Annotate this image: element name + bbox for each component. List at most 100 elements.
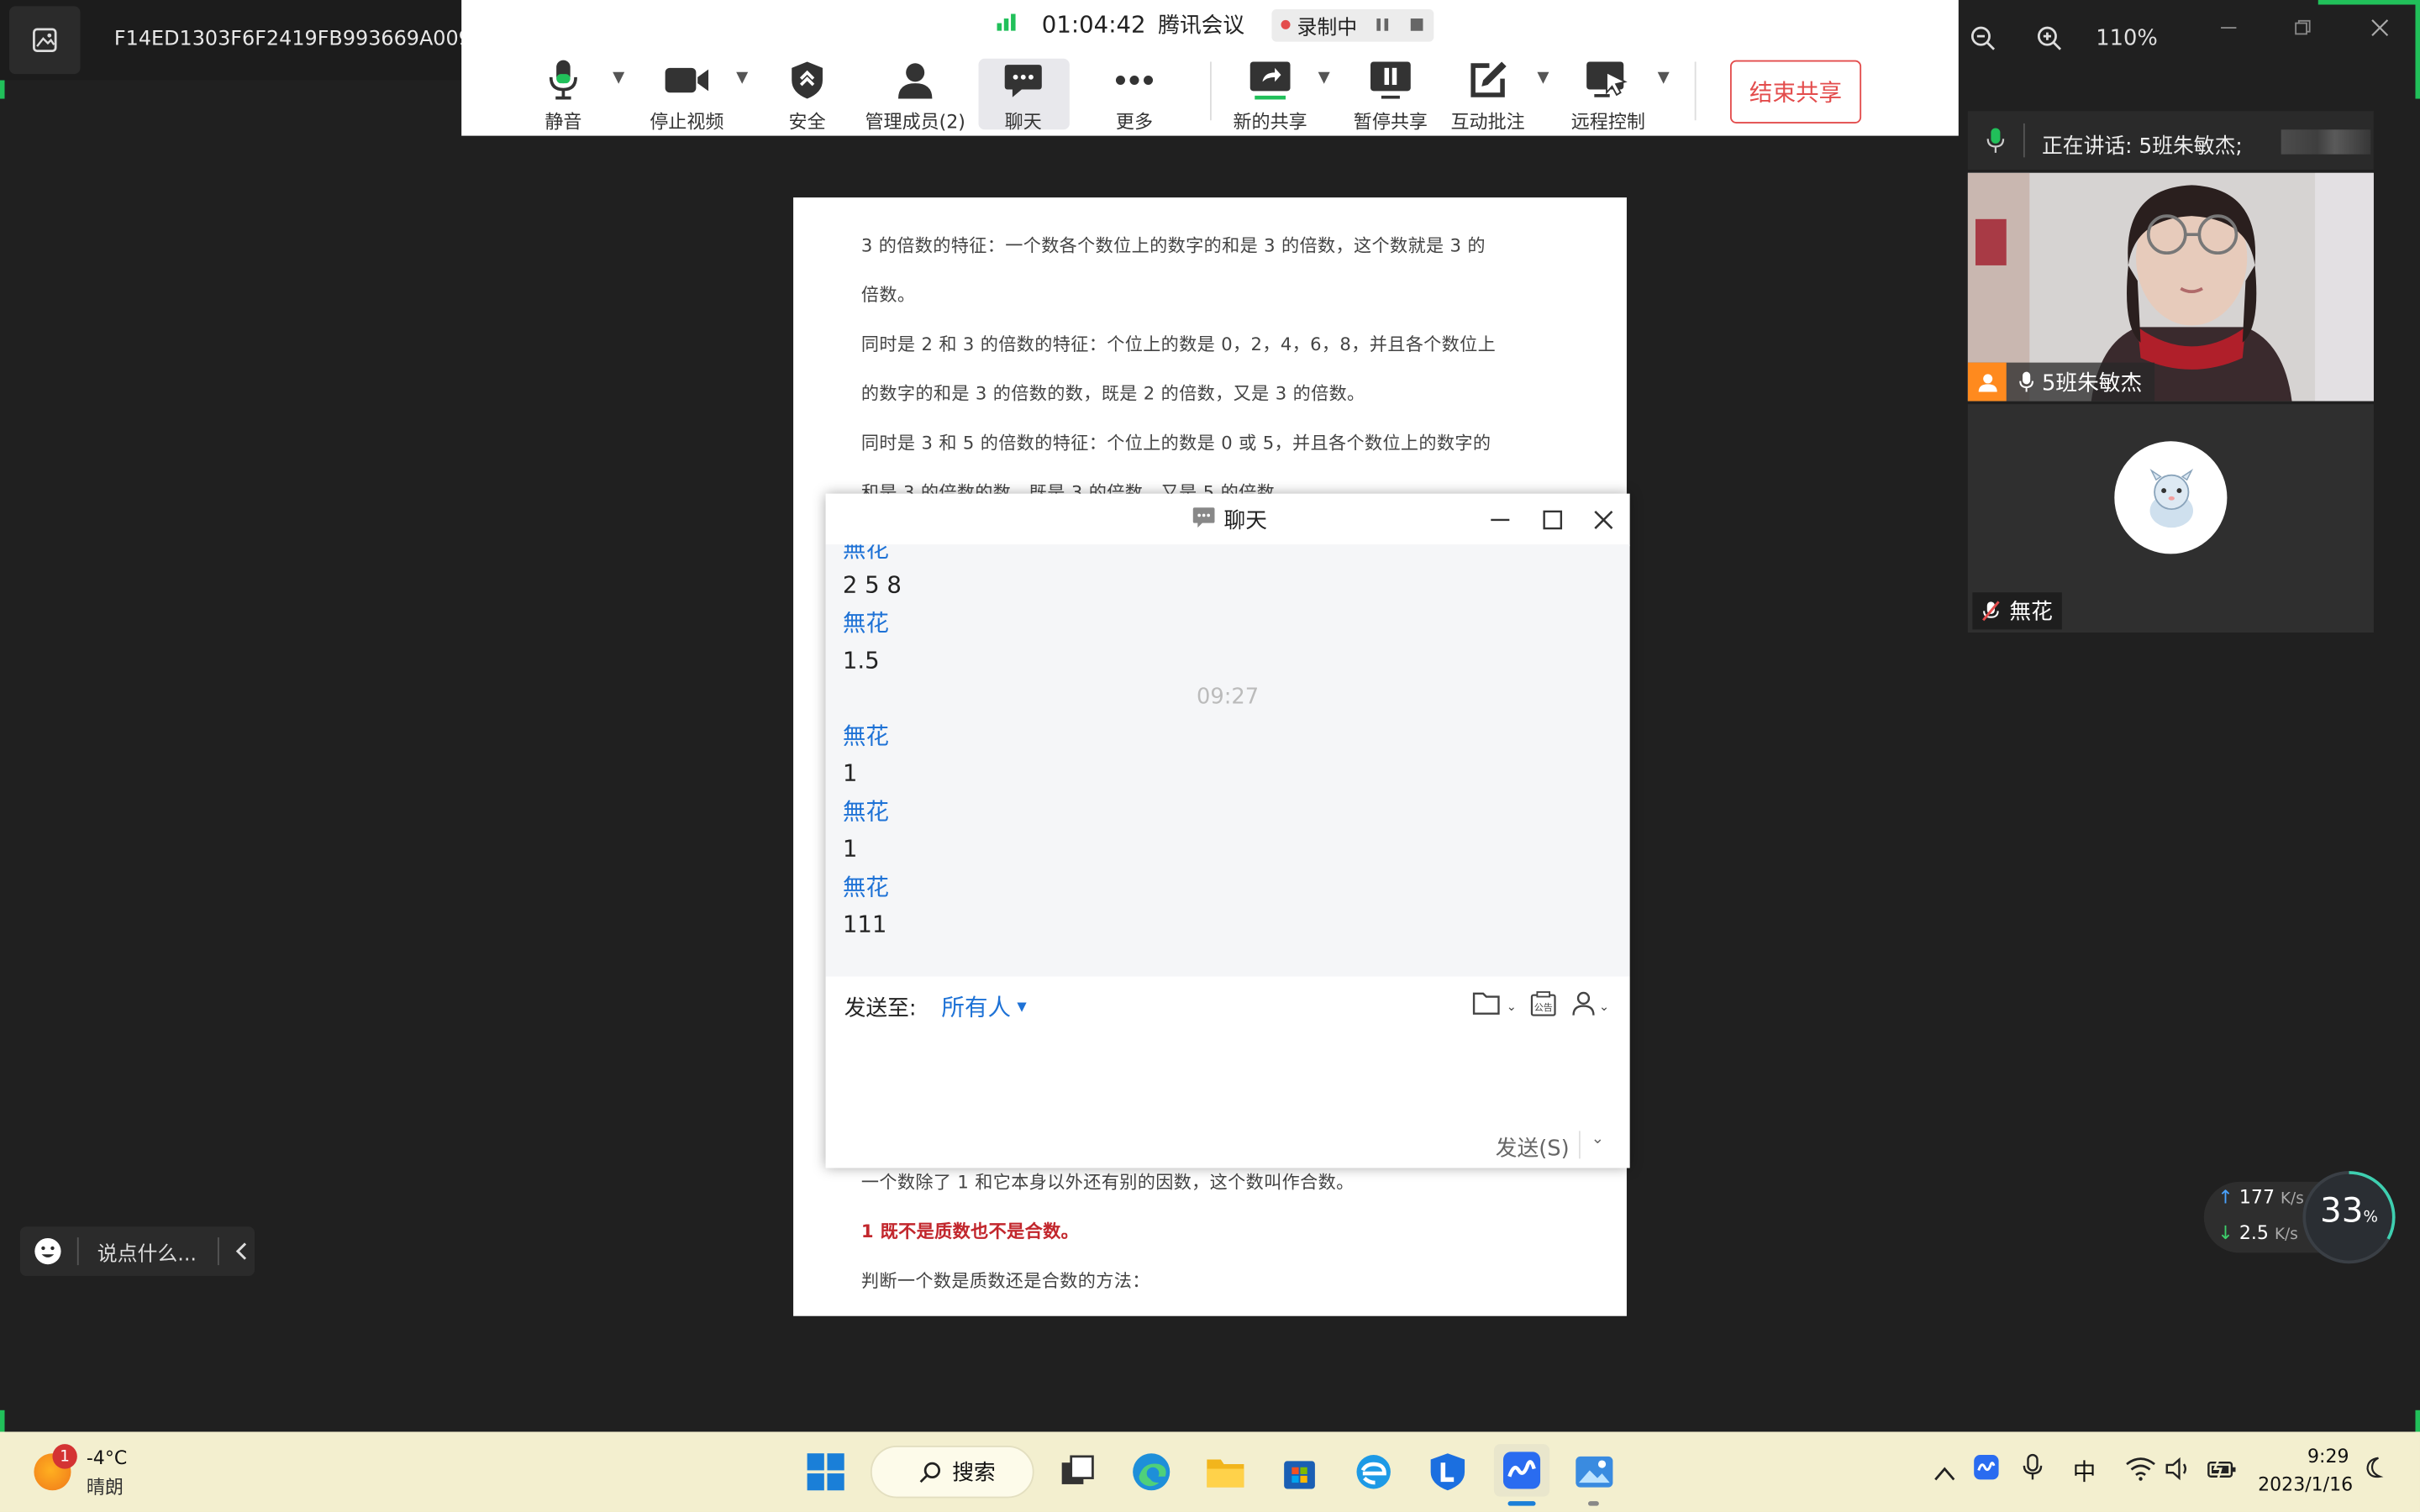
edge-browser-icon[interactable] [1127, 1447, 1176, 1497]
security-button[interactable]: 安全 [753, 59, 861, 134]
manage-members-button[interactable]: 管理成员(2) [861, 59, 970, 134]
chevron-left-icon[interactable] [235, 1242, 248, 1261]
folder-icon [1472, 990, 1503, 1023]
speaker-divider [2023, 123, 2025, 158]
minimize-icon[interactable] [1489, 507, 1511, 537]
share-icon [1244, 59, 1296, 102]
message-sender: 無花 [842, 544, 889, 564]
microphone-tray-icon[interactable] [2022, 1453, 2044, 1487]
more-icon [1108, 59, 1160, 102]
lenovo-app-icon[interactable] [1423, 1447, 1472, 1497]
network-widget[interactable]: ↑ 177 K/s ↓ 2.5 K/s 33% [2203, 1168, 2398, 1265]
minimize-icon[interactable] [2213, 15, 2244, 39]
weather-widget[interactable]: 1 [31, 1444, 92, 1499]
muted-microphone-icon [1981, 600, 2000, 622]
search-label: 搜索 [952, 1461, 996, 1486]
windows-start-icon[interactable] [801, 1447, 850, 1497]
shield-icon [781, 59, 833, 102]
pause-share-button[interactable]: 暂停共享 [1337, 59, 1445, 134]
doc-line: 一个数除了 1 和它本身以外还有别的因数，这个数叫作合数。 [860, 1171, 1355, 1193]
chevron-up-icon[interactable] [1933, 1458, 1955, 1488]
caret-down-icon: ▼ [1017, 1000, 1027, 1014]
zoom-level: 110% [2096, 26, 2158, 51]
chevron-down-icon[interactable]: ▼ [1537, 70, 1549, 87]
zoom-out-icon[interactable] [1966, 15, 2000, 61]
message-text: 1 [842, 834, 858, 863]
chat-titlebar: 聊天 [825, 493, 1630, 547]
user-icon [1571, 990, 1596, 1023]
send-button[interactable]: 发送(S) [1496, 1132, 1570, 1163]
recipient-select[interactable]: 所有人 ▼ [941, 990, 1026, 1023]
cpu-percent-value: 33 [2320, 1192, 2364, 1231]
participant-name: 無花 [2009, 600, 2053, 625]
tencent-meeting-icon[interactable] [1493, 1444, 1550, 1497]
photos-icon[interactable] [1570, 1447, 1619, 1497]
upload-value: 177 [2238, 1186, 2275, 1209]
chat-text-input[interactable] [844, 1044, 1610, 1121]
volume-icon[interactable] [2165, 1457, 2193, 1488]
emoji-icon[interactable] [34, 1237, 61, 1265]
annotate-button[interactable]: 互动批注 [1434, 59, 1542, 134]
participant-video-tile[interactable]: 5班朱敏杰 [1967, 172, 2374, 402]
doc-line: 的数字的和是 3 的倍数的数，既是 2 的倍数，又是 3 的倍数。 [860, 382, 1365, 405]
more-button[interactable]: 更多 [1081, 59, 1189, 134]
weather-temp: -4°C [86, 1446, 128, 1469]
tencent-meeting-tray-icon[interactable] [1972, 1453, 2000, 1487]
video-camera-icon [660, 59, 713, 102]
chevron-down-icon[interactable]: ⌄ [1591, 1131, 1604, 1147]
stop-icon[interactable] [1410, 17, 1425, 32]
taskbar-search[interactable]: 搜索 [870, 1446, 1034, 1499]
chevron-down-icon[interactable]: ▼ [613, 70, 624, 87]
close-icon[interactable] [2365, 15, 2396, 39]
wifi-icon[interactable] [2125, 1457, 2156, 1488]
running-app-indicator [1587, 1501, 1599, 1506]
restore-icon[interactable] [2287, 15, 2318, 39]
share-border [2415, 1410, 2420, 1432]
recording-indicator[interactable]: 录制中 [1272, 8, 1435, 41]
chat-button[interactable]: 聊天 [969, 59, 1077, 134]
pause-icon[interactable] [1376, 17, 1391, 32]
zoom-in-icon[interactable] [2033, 15, 2066, 61]
mute-button[interactable]: 静音 [509, 59, 618, 134]
comment-box[interactable]: 说点什么... [19, 1226, 255, 1276]
annotate-icon [1461, 59, 1513, 102]
stop-video-button[interactable]: 停止视频 [633, 59, 741, 134]
chevron-down-icon[interactable]: ▼ [1318, 70, 1330, 87]
announcement-icon[interactable]: 公告 [1529, 990, 1557, 1024]
ime-indicator[interactable]: 中 [2073, 1455, 2096, 1488]
message-text: 111 [842, 910, 887, 938]
chevron-down-icon[interactable]: ▼ [1658, 70, 1670, 87]
upload-speed: ↑ 177 K/s [2217, 1186, 2303, 1208]
participant-avatar-tile[interactable]: 無花 [1967, 404, 2374, 633]
ie-browser-icon[interactable] [1349, 1447, 1398, 1497]
doc-line: 倍数。 [860, 283, 916, 306]
record-dot-icon [1281, 19, 1292, 29]
maximize-icon[interactable] [1542, 507, 1564, 537]
user-select-button[interactable]: ⌄ [1571, 990, 1609, 1023]
doc-line: 3 的倍数的特征：一个数各个数位上的数字的和是 3 的倍数，这个数就是 3 的 [860, 234, 1486, 256]
message-sender: 無花 [842, 722, 889, 750]
file-explorer-icon[interactable] [1201, 1447, 1250, 1497]
doc-line: 同时是 2 和 3 的倍数的特征：个位上的数是 0，2，4，6，8，并且各个数位… [860, 333, 1497, 355]
focus-moon-icon[interactable] [2361, 1455, 2386, 1486]
end-share-button[interactable]: 结束共享 [1729, 60, 1862, 123]
chat-message-list[interactable]: 無花 2 5 8 無花 1.5 09:27 無花 1 無花 1 無花 111 [825, 544, 1630, 977]
battery-icon[interactable] [2207, 1457, 2238, 1488]
store-icon[interactable] [1275, 1447, 1324, 1497]
signal-icon [996, 13, 1018, 37]
clock-date[interactable]: 2023/1/16 [2258, 1473, 2353, 1495]
comment-input[interactable]: 说点什么... [97, 1236, 197, 1266]
folder-button[interactable]: ⌄ [1472, 990, 1517, 1023]
image-viewer-icon[interactable] [9, 6, 81, 75]
taskbar: 1 -4°C 晴朗 搜索 中 9:29 2023/1/16 [0, 1431, 2420, 1512]
message-sender: 無花 [842, 797, 889, 826]
chevron-down-icon[interactable]: ▼ [736, 70, 748, 87]
clock-time[interactable]: 9:29 [2302, 1446, 2349, 1467]
new-share-button[interactable]: 新的共享 [1216, 59, 1324, 134]
task-view-icon[interactable] [1053, 1447, 1102, 1497]
meeting-status: 01:04:42 腾讯会议 录制中 [996, 8, 1435, 41]
close-icon[interactable] [1593, 507, 1615, 537]
active-app-indicator [1507, 1501, 1536, 1506]
chevron-down-icon: ⌄ [1598, 1000, 1610, 1014]
remote-control-button[interactable]: 远程控制 [1555, 59, 1663, 134]
